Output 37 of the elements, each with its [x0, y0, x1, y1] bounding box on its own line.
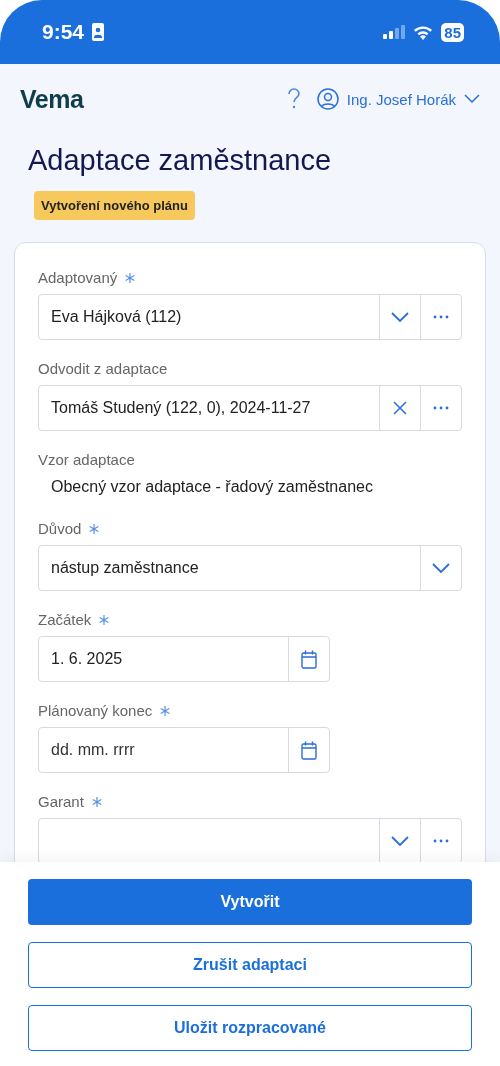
- battery-level: 85: [441, 22, 464, 42]
- date-field[interactable]: 1. 6. 2025: [38, 636, 330, 682]
- signal-icon: [383, 25, 406, 39]
- field-label: Plánovaný konec: [38, 702, 153, 719]
- action-button[interactable]: Vytvořit: [28, 879, 472, 925]
- field-label: Důvod: [38, 520, 82, 537]
- field-label: Garant: [38, 793, 84, 810]
- date-field[interactable]: dd. mm. rrrr: [38, 727, 330, 773]
- status-tag: Vytvoření nového plánu: [34, 191, 195, 220]
- more-icon[interactable]: [433, 406, 449, 410]
- select-field[interactable]: nástup zaměstnance: [38, 545, 462, 591]
- user-icon: [316, 88, 339, 110]
- select-field[interactable]: Eva Hájková (112): [38, 294, 462, 340]
- more-icon[interactable]: [433, 315, 449, 319]
- action-button[interactable]: Zrušit adaptaci: [28, 942, 472, 988]
- field-label: Adaptovaný: [38, 269, 118, 286]
- chevron-down-icon[interactable]: [391, 835, 409, 847]
- help-icon[interactable]: [286, 88, 301, 110]
- field-label: Odvodit z adaptace: [38, 360, 168, 377]
- user-menu[interactable]: Ing. Josef Horák: [316, 88, 480, 110]
- action-button[interactable]: Uložit rozpracované: [28, 1005, 472, 1051]
- more-icon[interactable]: [433, 839, 449, 843]
- chevron-down-icon[interactable]: [391, 311, 409, 323]
- field-label: Začátek: [38, 611, 92, 628]
- field-label: Vzor adaptace: [38, 451, 135, 468]
- status-time: 9:54: [42, 20, 85, 44]
- page-title: Adaptace zaměstnance: [28, 144, 333, 177]
- field-value: Obecný vzor adaptace - řadový zaměstnanec: [50, 477, 374, 497]
- clear-icon[interactable]: [393, 401, 407, 415]
- select-field[interactable]: Tomáš Studený (122, 0), 2024-11-27: [38, 385, 462, 431]
- chevron-down-icon[interactable]: [432, 562, 450, 574]
- id-card-icon: [92, 23, 105, 41]
- wifi-icon: [413, 24, 434, 40]
- logo[interactable]: Vema: [20, 84, 84, 114]
- calendar-icon[interactable]: [301, 740, 317, 760]
- chevron-down-icon: [464, 94, 480, 104]
- calendar-icon[interactable]: [301, 649, 317, 669]
